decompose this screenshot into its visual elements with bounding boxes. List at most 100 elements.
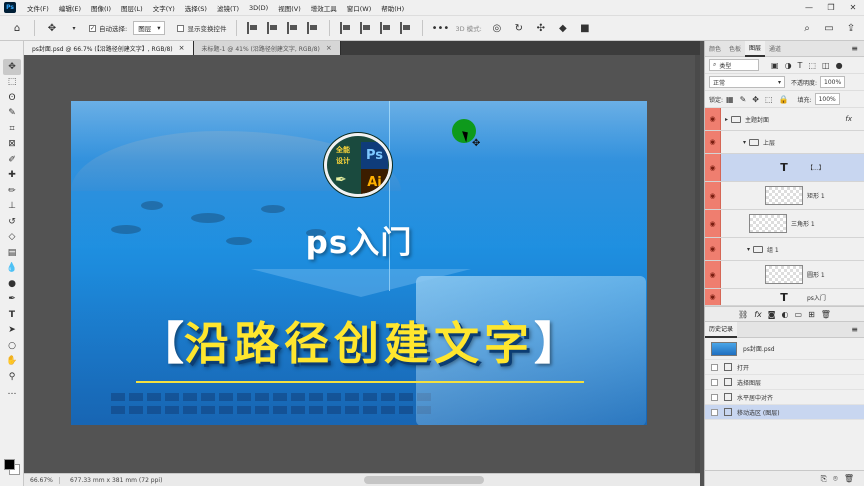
show-transform-checkbox[interactable]: 显示变换控件 [177,23,226,33]
link-layers-icon[interactable]: ⛓ [738,310,748,319]
menu-image[interactable]: 图像(I) [86,3,116,13]
frame-tool-icon[interactable]: ⊠ [3,137,21,153]
close-button[interactable]: ✕ [842,0,864,15]
hand-tool-icon[interactable]: ✋ [3,354,21,370]
blur-tool-icon[interactable]: 💧 [3,261,21,277]
chevron-down-icon[interactable]: ▾ [65,19,83,37]
document-info[interactable]: 677.33 mm x 381 mm (72 ppi) [60,477,162,484]
minimize-button[interactable]: — [798,0,820,15]
filter-adjustment-icon[interactable]: ◑ [785,61,792,70]
history-brush-source-checkbox[interactable] [711,378,718,386]
tab-history[interactable]: 历史记录 [705,321,738,338]
layer-row-selected[interactable]: ◉ T 【...】 [705,154,864,182]
history-brush-source-checkbox[interactable] [711,408,718,416]
quick-select-tool-icon[interactable]: ✎ [3,106,21,122]
gradient-tool-icon[interactable]: ▤ [3,245,21,261]
new-document-icon[interactable]: ⎘ [821,474,827,484]
align-top-icon[interactable] [307,22,319,34]
3d-pan-icon[interactable]: ✣ [532,19,550,37]
camera-icon[interactable]: ⌾ [833,474,838,484]
foreground-color-swatch[interactable] [4,459,15,470]
more-options-icon[interactable]: ••• [431,19,450,37]
distribute-h-icon[interactable] [400,22,412,34]
tab-swatches[interactable]: 色板 [725,41,745,57]
lock-brush-icon[interactable]: ✎ [740,95,747,104]
tab-untitled[interactable]: 未标题-1 @ 41% (沿路径创建文字, RGB/8) × [193,41,341,55]
3d-slide-icon[interactable]: ◆ [554,19,572,37]
pen-tool-icon[interactable]: ✒ [3,292,21,308]
history-step[interactable]: 选择图层 [705,375,864,390]
panel-menu-icon[interactable]: ≡ [851,44,858,53]
delete-icon[interactable]: 🗑 [844,474,854,483]
type-tool-icon[interactable]: T [3,307,21,323]
eye-icon[interactable]: ◉ [705,210,721,237]
adjustment-layer-icon[interactable]: ◐ [782,310,789,319]
tab-color[interactable]: 颜色 [705,41,725,57]
blend-mode-dropdown[interactable]: 正常 ▾ [709,76,785,88]
menu-edit[interactable]: 编辑(E) [54,3,86,13]
move-tool-icon[interactable]: ✥ [43,19,61,37]
document-canvas[interactable]: Ps Ai 全能 设计 ✒ ps入门 【沿路径创建文字】 [71,101,647,425]
add-mask-icon[interactable]: ◙ [768,310,776,319]
align-center-icon[interactable] [267,22,279,34]
eye-icon[interactable]: ◉ [705,131,721,153]
menu-filter[interactable]: 滤镜(T) [212,3,244,13]
fx-badge[interactable]: fx [845,115,852,123]
filter-smart-icon[interactable]: ◫ [822,61,830,70]
eye-icon[interactable]: ◉ [705,182,721,209]
edit-toolbar-icon[interactable]: … [3,385,21,401]
history-snapshot[interactable]: ps封面.psd [705,338,864,360]
menu-file[interactable]: 文件(F) [22,3,54,13]
menu-type[interactable]: 文字(Y) [148,3,180,13]
history-step[interactable]: 水平居中对齐 [705,390,864,405]
history-step-selected[interactable]: 移动选区 (图层) [705,405,864,420]
expand-arrow-icon[interactable]: ▾ [743,139,746,146]
layer-filter-dropdown[interactable]: ⌕ 类型 [709,59,759,71]
history-brush-source-checkbox[interactable] [711,363,718,371]
menu-3d[interactable]: 3D(D) [244,4,273,12]
history-step[interactable]: 打开 [705,360,864,375]
move-tool-icon[interactable]: ✥ [3,59,21,75]
search-icon[interactable]: ⌕ [798,19,816,37]
eye-icon[interactable]: ◉ [705,108,721,130]
layer-row[interactable]: ◉ ▾ 组 1 [705,238,864,261]
delete-layer-icon[interactable]: 🗑 [821,310,831,319]
menu-help[interactable]: 帮助(H) [376,3,409,13]
layer-row[interactable]: ◉ ▸ 主题封面 fx [705,108,864,131]
close-icon[interactable]: × [326,44,332,52]
lock-position-icon[interactable]: ✥ [752,95,759,104]
crop-tool-icon[interactable]: ⌗ [3,121,21,137]
menu-select[interactable]: 选择(S) [180,3,212,13]
lock-all-icon[interactable]: 🔒 [779,95,789,104]
3d-scale-icon[interactable]: ■ [576,19,594,37]
home-icon[interactable]: ⌂ [8,19,26,37]
menu-layer[interactable]: 图层(L) [116,3,148,13]
filter-shape-icon[interactable]: ⬚ [808,61,816,70]
stamp-tool-icon[interactable]: ⊥ [3,199,21,215]
expand-arrow-icon[interactable]: ▸ [725,116,728,123]
zoom-level[interactable]: 66.67% [24,476,60,484]
marquee-tool-icon[interactable]: ⬚ [3,75,21,91]
opacity-input[interactable]: 100% [820,76,846,88]
fx-icon[interactable]: fx [754,310,762,319]
close-icon[interactable]: × [179,44,185,52]
menu-view[interactable]: 视图(V) [273,3,306,13]
lock-artboard-icon[interactable]: ⬚ [765,95,773,104]
align-bottom-icon[interactable] [360,22,372,34]
path-select-tool-icon[interactable]: ➤ [3,323,21,339]
eye-icon[interactable]: ◉ [705,238,721,260]
eye-icon[interactable]: ◉ [705,289,721,305]
brush-tool-icon[interactable]: ✏ [3,183,21,199]
maximize-button[interactable]: ❐ [820,0,842,15]
eyedropper-tool-icon[interactable]: ✐ [3,152,21,168]
menu-plugins[interactable]: 增效工具 [306,3,342,13]
history-brush-source-checkbox[interactable] [711,393,718,401]
align-vcenter-icon[interactable] [340,22,352,34]
zoom-tool-icon[interactable]: ⚲ [3,369,21,385]
align-left-icon[interactable] [247,22,259,34]
fill-input[interactable]: 100% [814,93,840,105]
distribute-icon[interactable] [380,22,392,34]
eraser-tool-icon[interactable]: ◇ [3,230,21,246]
filter-pixel-icon[interactable]: ▣ [771,61,779,70]
menu-window[interactable]: 窗口(W) [342,3,377,13]
